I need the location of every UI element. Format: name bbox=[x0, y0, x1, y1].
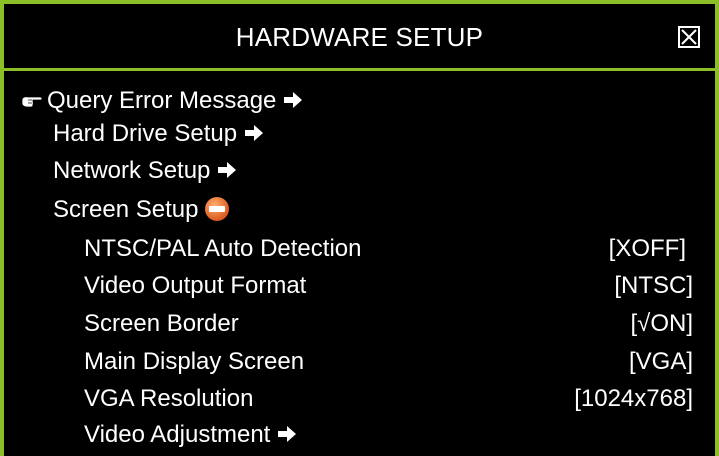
setting-row-screen-border[interactable]: Screen Border bbox=[84, 309, 239, 339]
setting-value-vga-resolution[interactable]: [1024x768] bbox=[574, 384, 693, 414]
menu-item-screen-setup[interactable]: Screen Setup bbox=[53, 195, 230, 225]
setting-value-ntsc-pal[interactable]: [XOFF] bbox=[609, 234, 686, 264]
right-arrow-icon bbox=[284, 91, 303, 108]
menu-item-label: Hard Drive Setup bbox=[53, 120, 238, 147]
setting-row-vga-resolution[interactable]: VGA Resolution bbox=[84, 384, 253, 414]
menu-item-video-adjustment[interactable]: Video Adjustment bbox=[84, 420, 297, 450]
title-bar: HARDWARE SETUP bbox=[4, 4, 715, 71]
right-arrow-icon bbox=[278, 425, 297, 442]
setting-row-main-display[interactable]: Main Display Screen bbox=[84, 347, 304, 377]
menu-item-label: Query Error Message bbox=[47, 87, 277, 114]
setting-label: Screen Border bbox=[84, 310, 239, 337]
setting-row-ntsc-pal[interactable]: NTSC/PAL Auto Detection bbox=[84, 234, 361, 264]
close-button[interactable] bbox=[678, 26, 700, 48]
menu-item-hard-drive[interactable]: Hard Drive Setup bbox=[53, 119, 264, 149]
menu-item-query-error[interactable]: Query Error Message bbox=[47, 86, 303, 116]
setting-value-video-output[interactable]: [NTSC] bbox=[614, 271, 693, 301]
menu-item-label: Video Adjustment bbox=[84, 421, 271, 448]
menu-item-label: Screen Setup bbox=[53, 196, 199, 223]
right-arrow-icon bbox=[245, 124, 264, 141]
close-icon bbox=[681, 29, 697, 45]
setting-value-screen-border[interactable]: [√ON] bbox=[630, 309, 693, 339]
hand-pointer-icon bbox=[21, 96, 43, 108]
setting-label: Main Display Screen bbox=[84, 348, 305, 375]
right-arrow-icon bbox=[218, 161, 237, 178]
setting-label: VGA Resolution bbox=[84, 385, 254, 412]
menu-item-label: Network Setup bbox=[53, 157, 211, 184]
menu-item-network[interactable]: Network Setup bbox=[53, 156, 237, 186]
setting-label: NTSC/PAL Auto Detection bbox=[84, 235, 362, 262]
setting-value-main-display[interactable]: [VGA] bbox=[629, 347, 693, 377]
setting-row-video-output[interactable]: Video Output Format bbox=[84, 271, 306, 301]
window-title: HARDWARE SETUP bbox=[235, 22, 484, 52]
setting-label: Video Output Format bbox=[84, 272, 307, 299]
minus-circle-icon[interactable] bbox=[204, 196, 230, 222]
